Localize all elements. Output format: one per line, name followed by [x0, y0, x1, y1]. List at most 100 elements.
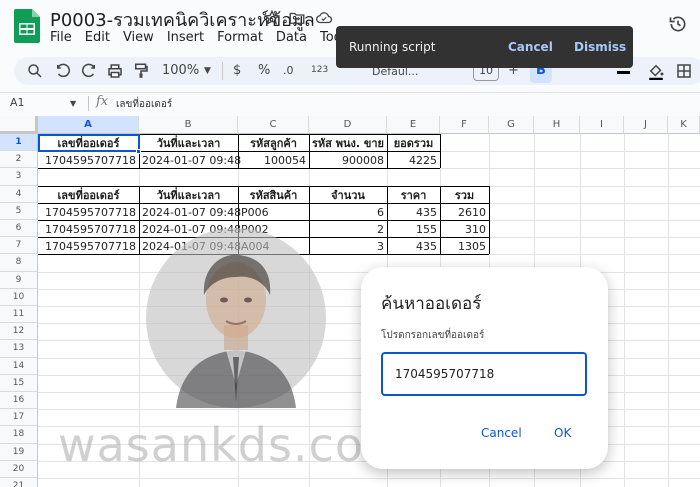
row-header-17[interactable]: 17 — [0, 409, 38, 427]
column-header-c[interactable]: C — [238, 116, 309, 134]
row-header-9[interactable]: 9 — [0, 271, 38, 289]
column-header-e[interactable]: E — [387, 116, 440, 134]
fill-color-icon[interactable] — [647, 62, 665, 80]
cell-d6[interactable]: 2 — [309, 221, 387, 238]
column-header-j[interactable]: J — [624, 116, 668, 134]
sheets-logo-icon[interactable] — [14, 9, 40, 43]
row-header-21[interactable]: 21 — [0, 478, 38, 487]
cell-e4[interactable]: ราคา — [387, 187, 440, 204]
row-header-18[interactable]: 18 — [0, 426, 38, 444]
paint-format-icon[interactable] — [132, 62, 150, 80]
row-header-11[interactable]: 11 — [0, 306, 38, 324]
decrease-decimal-button[interactable]: .0 — [283, 64, 294, 77]
cell-a6[interactable]: 1704595707718 — [38, 221, 139, 238]
cell-c4[interactable]: รหัสสินค้า — [238, 187, 309, 204]
cell-f7[interactable]: 1305 — [440, 238, 489, 255]
menu-file[interactable]: File — [50, 30, 72, 45]
row-header-13[interactable]: 13 — [0, 340, 38, 358]
toast-dismiss-button[interactable]: Dismiss — [574, 40, 626, 54]
cell-b1[interactable]: วันที่และเวลา — [139, 135, 238, 152]
active-cell-outline — [38, 134, 140, 152]
menu-format[interactable]: Format — [217, 30, 263, 45]
toast-cancel-button[interactable]: Cancel — [508, 40, 553, 54]
row-header-19[interactable]: 19 — [0, 443, 38, 461]
cell-f5[interactable]: 2610 — [440, 204, 489, 221]
column-header-b[interactable]: B — [139, 116, 238, 134]
name-box[interactable]: A1 — [10, 96, 25, 109]
cell-f4[interactable]: รวม — [440, 187, 489, 204]
row-header-20[interactable]: 20 — [0, 460, 38, 478]
row-header-3[interactable]: 3 — [0, 168, 38, 186]
fx-icon: fx — [96, 94, 109, 109]
cell-e5[interactable]: 435 — [387, 204, 440, 221]
cell-e2[interactable]: 4225 — [387, 152, 440, 169]
cell-d2[interactable]: 900008 — [309, 152, 387, 169]
cell-e7[interactable]: 435 — [387, 238, 440, 255]
column-header-f[interactable]: F — [440, 116, 489, 134]
zoom-select[interactable]: 100% — [162, 63, 199, 78]
formula-divider — [88, 96, 89, 111]
cell-c2[interactable]: 100054 — [238, 152, 309, 169]
row-header-14[interactable]: 14 — [0, 357, 38, 375]
column-header-i[interactable]: I — [580, 116, 624, 134]
text-color-icon[interactable] — [617, 71, 630, 74]
cell-a2[interactable]: 1704595707718 — [38, 152, 139, 169]
cell-e6[interactable]: 155 — [387, 221, 440, 238]
row-header-10[interactable]: 10 — [0, 288, 38, 306]
cell-d7[interactable]: 3 — [309, 238, 387, 255]
cell-b5[interactable]: 2024-01-07 09:48 — [139, 204, 241, 221]
order-number-input[interactable]: 1704595707718 — [381, 352, 587, 396]
row-header-7[interactable]: 7 — [0, 237, 38, 255]
row-header-4[interactable]: 4 — [0, 185, 38, 203]
cloud-status-icon[interactable] — [315, 9, 333, 27]
dialog-cancel-button[interactable]: Cancel — [481, 426, 522, 440]
column-header-a[interactable]: A — [38, 116, 139, 134]
column-header-g[interactable]: G — [489, 116, 534, 134]
chevron-down-icon[interactable]: ▼ — [204, 66, 211, 76]
menu-edit[interactable]: Edit — [85, 30, 110, 45]
star-icon[interactable] — [263, 9, 281, 27]
move-folder-icon[interactable] — [288, 9, 306, 27]
menu-insert[interactable]: Insert — [167, 30, 204, 45]
watermark-text: wasankds.com — [58, 418, 410, 472]
column-header-k[interactable]: K — [668, 116, 700, 134]
select-all-corner[interactable] — [0, 116, 38, 134]
row-header-15[interactable]: 15 — [0, 374, 38, 392]
column-header-h[interactable]: H — [534, 116, 580, 134]
row-header-8[interactable]: 8 — [0, 254, 38, 272]
cell-d4[interactable]: จำนวน — [309, 187, 387, 204]
cell-a7[interactable]: 1704595707718 — [38, 238, 139, 255]
cell-c1[interactable]: รหัสลูกค้า — [238, 135, 309, 152]
menu-view[interactable]: View — [123, 30, 154, 45]
cell-d5[interactable]: 6 — [309, 204, 387, 221]
row-header-6[interactable]: 6 — [0, 220, 38, 238]
cell-b4[interactable]: วันที่และเวลา — [139, 187, 238, 204]
column-header-d[interactable]: D — [309, 116, 387, 134]
percent-button[interactable]: % — [258, 63, 270, 78]
cell-c5[interactable]: P006 — [238, 204, 309, 221]
table-border — [440, 134, 441, 168]
name-box-chevron-icon[interactable]: ▼ — [70, 99, 76, 108]
cell-a5[interactable]: 1704595707718 — [38, 204, 139, 221]
row-header-2[interactable]: 2 — [0, 151, 38, 169]
undo-icon[interactable] — [54, 62, 72, 80]
menu-data[interactable]: Data — [276, 30, 307, 45]
row-header-5[interactable]: 5 — [0, 202, 38, 220]
borders-icon[interactable] — [675, 62, 693, 80]
row-header-16[interactable]: 16 — [0, 392, 38, 410]
row-header-12[interactable]: 12 — [0, 323, 38, 341]
cell-b2[interactable]: 2024-01-07 09:48 — [139, 152, 241, 169]
row-header-1[interactable]: 1 — [0, 134, 38, 152]
search-icon[interactable] — [26, 62, 44, 80]
cell-d1[interactable]: รหัส พนง. ขาย — [309, 135, 387, 152]
print-icon[interactable] — [106, 62, 124, 80]
cell-f6[interactable]: 310 — [440, 221, 489, 238]
cell-a4[interactable]: เลขที่ออเดอร์ — [38, 187, 139, 204]
formula-input[interactable]: เลขที่ออเดอร์ — [116, 97, 172, 112]
redo-icon[interactable] — [80, 62, 98, 80]
more-formats-button[interactable]: 123 — [311, 65, 328, 75]
currency-button[interactable]: $ — [233, 63, 241, 78]
history-icon[interactable] — [668, 14, 688, 34]
dialog-ok-button[interactable]: OK — [554, 426, 571, 440]
cell-e1[interactable]: ยอดรวม — [387, 135, 440, 152]
